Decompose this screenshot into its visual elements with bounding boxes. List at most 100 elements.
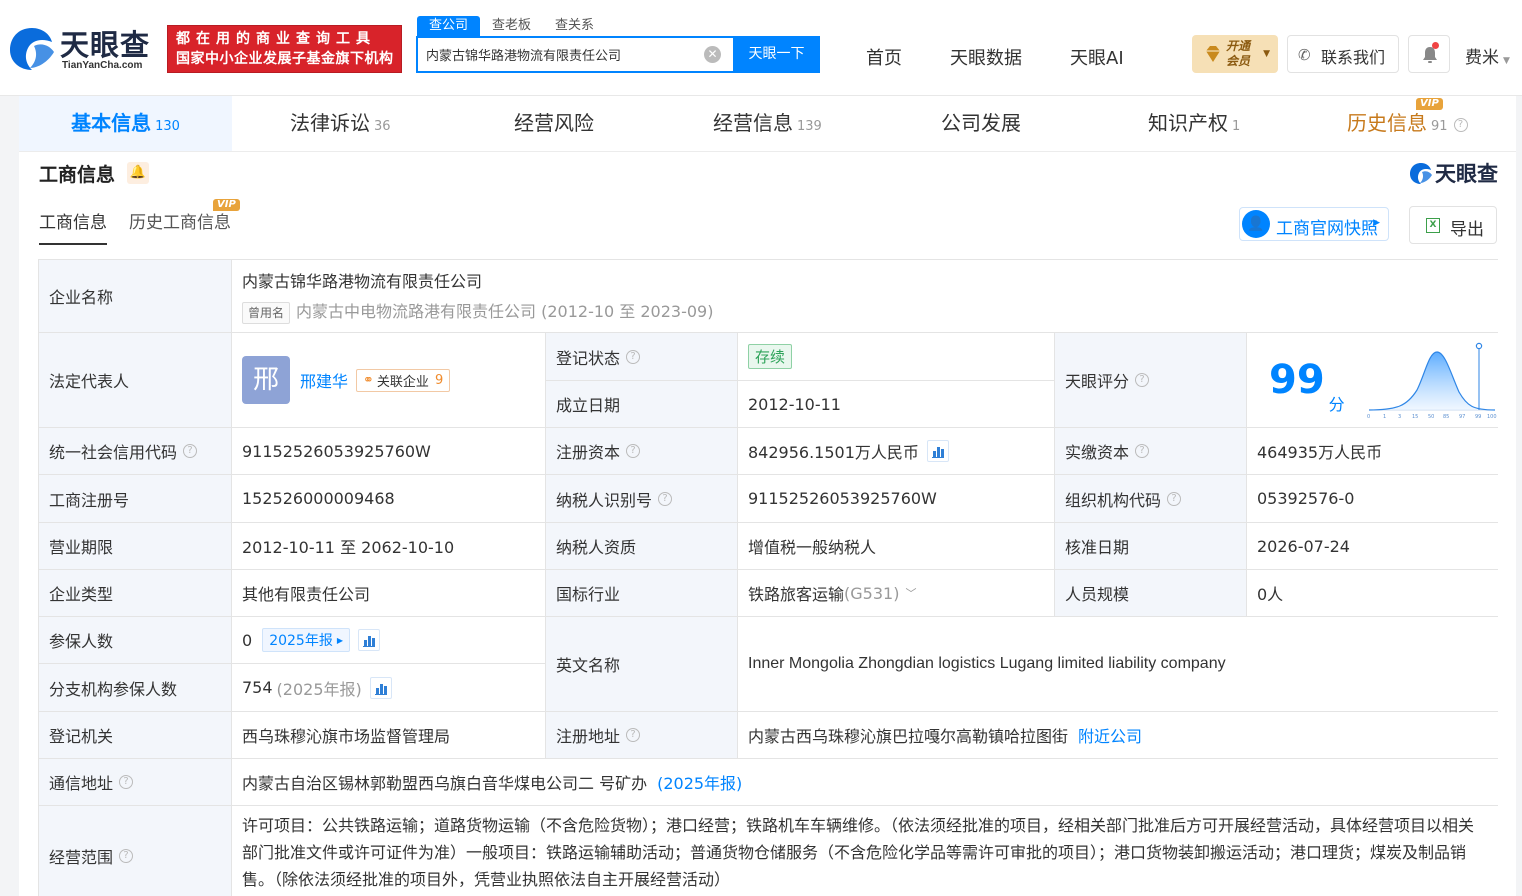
official-snapshot-button[interactable]: 👤 工商官网快照 ▶ [1239, 207, 1389, 241]
address-label: 注册地址? [546, 712, 738, 759]
reg-status-label: 登记状态? [546, 333, 738, 381]
help-icon[interactable]: ? [1453, 117, 1468, 132]
export-button[interactable]: X 导出 [1409, 206, 1497, 244]
legal-rep-link[interactable]: 邢建华 [300, 368, 348, 392]
search-button[interactable]: 天眼一下 [733, 36, 820, 73]
help-icon[interactable]: ? [183, 444, 198, 458]
help-icon[interactable]: ? [626, 728, 641, 742]
bar-chart-icon[interactable] [357, 629, 380, 651]
paid-capital-value: 464935万人民币 [1247, 428, 1498, 475]
contact-us-button[interactable]: ✆ 联系我们 [1287, 35, 1399, 73]
tab-label: 经营风险 [514, 111, 594, 135]
reg-no: 152526000009468 [242, 489, 395, 508]
tianyancha-logo[interactable]: 天眼查 TianYanCha.com [8, 22, 160, 76]
subtab-history-business-info[interactable]: 历史工商信息 [129, 208, 231, 245]
label-text: 天眼评分 [1065, 372, 1130, 391]
search-tab-relation[interactable]: 查关系 [543, 16, 606, 36]
user-circle-icon: 👤 [1242, 210, 1270, 238]
help-icon[interactable]: ? [119, 775, 134, 789]
help-icon[interactable]: ? [1135, 444, 1150, 458]
label-text: 纳税人识别号 [556, 490, 653, 510]
slogan-line-1: 都在用的商业查询工具 [176, 31, 376, 47]
annual-report-tag[interactable]: 2025年报 ▶ [262, 628, 350, 652]
company-name: 内蒙古锦华路港物流有限责任公司 [242, 272, 483, 291]
tab-legal[interactable]: 法律诉讼 36 [290, 96, 391, 151]
help-icon[interactable]: ? [626, 444, 641, 458]
nav-home[interactable]: 首页 [866, 44, 902, 70]
approval-label: 核准日期 [1055, 523, 1247, 570]
scope-value: 许可项目：公共铁路运输；道路货物运输（不含危险货物）；港口经营；铁路机车车辆维修… [232, 806, 1498, 896]
company-type: 其他有限责任公司 [242, 585, 371, 604]
tab-operations[interactable]: 经营信息 139 [713, 96, 822, 151]
label-text: 英文名称 [556, 656, 621, 675]
tax-qual-value: 增值税一般纳税人 [738, 523, 1055, 570]
reg-capital-label: 注册资本? [546, 428, 738, 475]
help-icon[interactable]: ? [626, 349, 641, 364]
english-name-value: Inner Mongolia Zhongdian logistics Lugan… [738, 617, 1498, 712]
founded-label: 成立日期 [546, 381, 738, 428]
label-text: 实缴资本 [1065, 443, 1130, 462]
search-tab-boss[interactable]: 查老板 [480, 16, 543, 36]
search-tab-company[interactable]: 查公司 [417, 16, 481, 36]
term: 2012-10-11 至 2062-10-10 [242, 538, 455, 557]
label-text: 国标行业 [556, 585, 621, 604]
org-code: 05392576-0 [1257, 489, 1355, 508]
nearby-companies-link[interactable]: 附近公司 [1078, 723, 1142, 747]
chevron-down-icon[interactable]: ﹀ [905, 585, 916, 601]
logo-eye-icon [1410, 163, 1432, 184]
tab-risk[interactable]: 经营风险 [514, 96, 594, 151]
notification-button[interactable] [1408, 35, 1450, 73]
nav-data[interactable]: 天眼数据 [950, 44, 1022, 70]
subscribe-bell-icon[interactable]: 🔔 [127, 162, 149, 184]
label-text: 成立日期 [556, 396, 621, 415]
search-input[interactable] [426, 38, 696, 71]
main-tabs: 基本信息 130 法律诉讼 36 经营风险 经营信息 139 公司发展 知识产权 1 历… [19, 96, 1516, 152]
bar-chart-icon[interactable] [926, 440, 949, 462]
tab-ip[interactable]: 知识产权 1 [1148, 96, 1240, 151]
credit-code-label: 统一社会信用代码? [39, 428, 232, 475]
type-value: 其他有限责任公司 [232, 570, 546, 617]
tab-development[interactable]: 公司发展 [941, 96, 1021, 151]
label-text: 核准日期 [1065, 538, 1130, 557]
help-icon[interactable]: ? [658, 491, 673, 506]
avatar[interactable]: 邢 [242, 356, 290, 404]
paid-capital: 464935万人民币 [1257, 443, 1383, 462]
open-vip-button[interactable]: 开通 会员 ▼ [1192, 35, 1278, 73]
branch-insured-year: (2025年报) [276, 679, 362, 699]
company-name-value: 内蒙古锦华路港物流有限责任公司 曾用名 内蒙古中电物流路港有限责任公司 (2012… [232, 260, 1498, 333]
score-value[interactable]: 99 分 0 1 3 15 50 85 97 99 100 [1247, 333, 1498, 428]
score-tick-label: 97 [1459, 414, 1465, 420]
taxpayer-id: 91152526053925760W [748, 489, 937, 508]
search-type-tabs: 查公司 查老板 查关系 [417, 16, 606, 36]
label-text: 参保人数 [49, 632, 114, 651]
taxpayer-id-label: 纳税人识别号? [546, 475, 738, 523]
tab-label: 历史信息 [1347, 111, 1427, 135]
mail-address: 内蒙古自治区锡林郭勒盟西乌旗白音华煤电公司二 号矿办 [242, 774, 648, 793]
vip-badge: VIP [1416, 98, 1443, 110]
notification-dot [1432, 42, 1439, 49]
former-name: 内蒙古中电物流路港有限责任公司 (2012-10 至 2023-09) [296, 302, 714, 321]
user-menu[interactable]: 费米 ▼ [1465, 43, 1510, 68]
tab-count: 130 [155, 119, 180, 134]
score-tick-label: 3 [1398, 414, 1401, 420]
tab-history[interactable]: 历史信息 91? [1347, 96, 1468, 151]
label-text: 注册资本 [556, 443, 621, 462]
subtab-business-info[interactable]: 工商信息 [39, 208, 107, 245]
mail-address-year-link[interactable]: (2025年报) [657, 770, 742, 794]
caret-down-icon: ▼ [1503, 56, 1510, 66]
clear-icon[interactable]: ✕ [704, 46, 721, 63]
help-icon[interactable]: ? [1167, 491, 1182, 506]
label-text: 工商注册号 [49, 490, 130, 510]
tab-count: 1 [1232, 119, 1241, 134]
related-companies-button[interactable]: ⚭ 关联企业 9 [356, 368, 451, 392]
nav-ai[interactable]: 天眼AI [1070, 44, 1124, 70]
label-text: 登记机关 [49, 727, 114, 746]
help-icon[interactable]: ? [1135, 373, 1150, 387]
tab-label: 基本信息 [71, 111, 152, 135]
tab-basic-info[interactable]: 基本信息 130 [19, 96, 232, 151]
help-icon[interactable]: ? [119, 848, 134, 863]
chevron-right-icon: ▶ [336, 635, 343, 645]
industry-value[interactable]: 铁路旅客运输 (G531) ﹀ [738, 570, 1055, 617]
bar-chart-icon[interactable] [369, 676, 392, 699]
label-text: 企业名称 [49, 288, 114, 307]
